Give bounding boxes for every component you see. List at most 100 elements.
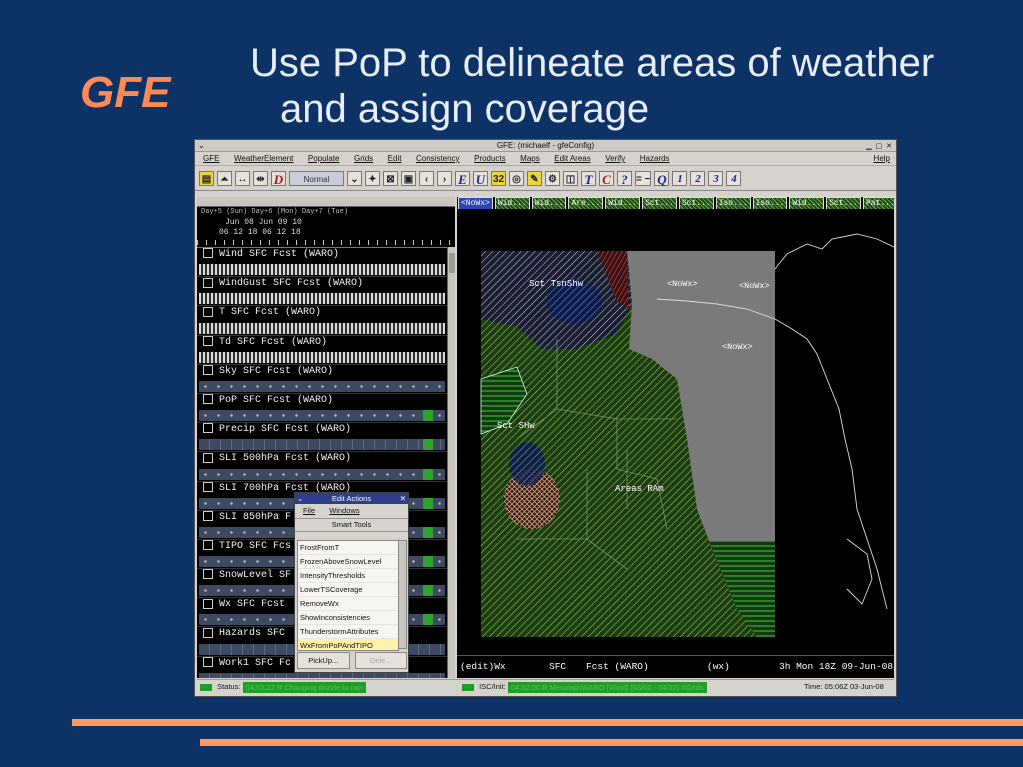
element-grid-blocks[interactable] bbox=[199, 264, 445, 276]
grid-scroll-thumb[interactable] bbox=[449, 253, 455, 273]
prev-icon[interactable]: ‹ bbox=[419, 170, 434, 186]
spatial-editor[interactable]: <NoWx> Wid... Wid... Are... Wid... Sct... Sct.… bbox=[457, 197, 894, 678]
element-header[interactable]: SLI 500hPa Fcst (WARO) bbox=[197, 452, 455, 466]
element-checkbox[interactable] bbox=[203, 394, 213, 405]
menu-verify[interactable]: Verify bbox=[605, 154, 625, 163]
menu-maps[interactable]: Maps bbox=[520, 154, 540, 163]
element-grid-blocks[interactable] bbox=[199, 293, 445, 305]
sample-icon[interactable]: ✦ bbox=[365, 170, 380, 186]
status-message[interactable]: 04:53:22 R Changing drizzle to rain bbox=[242, 681, 367, 693]
selected-time-block[interactable] bbox=[423, 614, 433, 626]
timeline[interactable]: Day+5 (Sun) Day+6 (Mon) Day+7 (Tue) Jun … bbox=[197, 197, 455, 248]
grid-vertical-scrollbar[interactable] bbox=[447, 247, 455, 678]
menu-gfe[interactable]: GFE bbox=[203, 154, 219, 163]
selected-time-block[interactable] bbox=[423, 497, 433, 509]
target-icon[interactable]: ◎ bbox=[509, 170, 524, 186]
menu-populate[interactable]: Populate bbox=[308, 154, 340, 163]
element-row[interactable]: PoP SFC Fcst (WARO) bbox=[197, 394, 455, 424]
element-row[interactable]: Td SFC Fcst (WARO) bbox=[197, 335, 455, 365]
edit-actions-menu-file[interactable]: File bbox=[303, 506, 315, 515]
selected-time-block[interactable] bbox=[423, 585, 433, 597]
d-button[interactable]: D bbox=[271, 170, 286, 187]
mode-select[interactable]: Normal bbox=[289, 170, 344, 186]
smart-tool-item[interactable]: ThunderstormAttributes bbox=[298, 625, 398, 639]
element-header[interactable]: PoP SFC Fcst (WARO) bbox=[197, 394, 455, 408]
map-icon[interactable]: ⊠ bbox=[383, 170, 398, 186]
element-checkbox[interactable] bbox=[203, 248, 213, 259]
element-row[interactable]: SLI 500hPa Fcst (WARO) bbox=[197, 452, 455, 482]
delete-button[interactable]: Dele... bbox=[354, 652, 407, 669]
element-header[interactable]: WindGust SFC Fcst (WARO) bbox=[197, 277, 455, 291]
next-icon[interactable]: › bbox=[437, 170, 452, 186]
map-canvas[interactable]: Sct TsnShw <NoWx> <NoWx> <NoWx> Sct SHw … bbox=[457, 209, 894, 654]
shrink-icon[interactable]: ⇹ bbox=[253, 170, 268, 186]
number-button-2[interactable]: 2 bbox=[690, 170, 706, 186]
element-grid-blocks[interactable] bbox=[199, 410, 445, 422]
element-checkbox[interactable] bbox=[203, 452, 213, 463]
smart-tool-item[interactable]: FrozenAboveSnowLevel bbox=[298, 555, 398, 569]
expand-icon[interactable]: ↔ bbox=[235, 170, 250, 186]
smart-tools-scrollbar[interactable] bbox=[398, 540, 407, 649]
element-header[interactable]: Td SFC Fcst (WARO) bbox=[197, 335, 455, 350]
element-header[interactable]: T SFC Fcst (WARO) bbox=[197, 306, 455, 320]
isc-message[interactable]: 04:32:00 R MesolapsWARO [Wind] (03/00 - … bbox=[507, 681, 707, 693]
selected-time-block[interactable] bbox=[423, 526, 433, 538]
element-checkbox[interactable] bbox=[203, 656, 213, 667]
element-row[interactable]: T SFC Fcst (WARO) bbox=[197, 306, 455, 336]
element-checkbox[interactable] bbox=[203, 511, 213, 522]
element-checkbox[interactable] bbox=[203, 306, 213, 317]
grid-manager-icon[interactable]: ▤ bbox=[199, 170, 214, 186]
menu-grids[interactable]: Grids bbox=[354, 154, 373, 163]
element-row[interactable]: WindGust SFC Fcst (WARO) bbox=[197, 277, 455, 307]
mode-dropdown-icon[interactable]: ⌄ bbox=[347, 170, 362, 186]
element-checkbox[interactable] bbox=[203, 481, 213, 492]
element-checkbox[interactable] bbox=[203, 598, 213, 609]
e-button[interactable]: E bbox=[455, 170, 470, 187]
dialog-menu-icon[interactable]: ⌄ bbox=[297, 493, 303, 504]
window-menu-icon[interactable]: ⌄ bbox=[198, 140, 205, 151]
close-icon[interactable]: ✕ bbox=[400, 493, 406, 504]
element-checkbox[interactable] bbox=[203, 569, 213, 580]
query-button[interactable]: ? bbox=[617, 170, 632, 187]
contour-icon[interactable]: ◫ bbox=[563, 170, 578, 186]
menu-weatherelement[interactable]: WeatherElement bbox=[234, 154, 293, 163]
time-scale-icon[interactable]: ⏶ bbox=[217, 170, 232, 186]
window-titlebar[interactable]: ⌄ GFE: (michaelf - gfeConfig) ▁ ▢ ✕ bbox=[195, 140, 896, 152]
pencil-icon[interactable]: ✎ bbox=[527, 170, 542, 186]
menu-edit[interactable]: Edit bbox=[388, 154, 402, 163]
window-controls[interactable]: ▁ ▢ ✕ bbox=[866, 141, 893, 152]
q-button[interactable]: Q bbox=[654, 170, 670, 187]
element-checkbox[interactable] bbox=[203, 365, 213, 376]
smart-tool-item[interactable]: FrostFromT bbox=[298, 541, 398, 555]
element-checkbox[interactable] bbox=[203, 423, 213, 434]
menu-help[interactable]: Help bbox=[874, 152, 890, 165]
number-button-3[interactable]: 3 bbox=[708, 170, 724, 186]
number-button-1[interactable]: 1 bbox=[672, 170, 688, 186]
t-button[interactable]: T bbox=[581, 170, 596, 187]
save-icon[interactable]: ▣ bbox=[401, 170, 416, 186]
element-checkbox[interactable] bbox=[203, 277, 213, 288]
menu-consistency[interactable]: Consistency bbox=[416, 154, 460, 163]
equals-button[interactable]: = − bbox=[635, 170, 652, 186]
u-button[interactable]: U bbox=[473, 170, 488, 187]
element-row[interactable]: Precip SFC Fcst (WARO) bbox=[197, 423, 455, 453]
timeline-scrollbar[interactable] bbox=[197, 197, 455, 207]
element-grid-blocks[interactable] bbox=[199, 351, 445, 363]
selected-time-block[interactable] bbox=[423, 468, 433, 480]
smart-tool-item[interactable]: IntensityThresholds bbox=[298, 569, 398, 583]
selected-time-block[interactable] bbox=[423, 556, 433, 568]
menu-hazards[interactable]: Hazards bbox=[640, 154, 670, 163]
selected-time-block[interactable] bbox=[423, 410, 433, 422]
temperature-badge-icon[interactable]: 32 bbox=[491, 170, 506, 186]
smart-tool-item[interactable]: RemoveWx bbox=[298, 597, 398, 611]
edit-actions-titlebar[interactable]: ⌄ Edit Actions ✕ bbox=[295, 493, 408, 504]
element-grid-blocks[interactable] bbox=[199, 380, 445, 392]
menu-edit-areas[interactable]: Edit Areas bbox=[554, 154, 590, 163]
menu-products[interactable]: Products bbox=[474, 154, 506, 163]
element-grid-blocks[interactable] bbox=[199, 468, 445, 480]
c-button[interactable]: C bbox=[599, 170, 614, 187]
element-header[interactable]: Sky SFC Fcst (WARO) bbox=[197, 365, 455, 379]
element-header[interactable]: Wind SFC Fcst (WARO) bbox=[197, 248, 455, 262]
element-checkbox[interactable] bbox=[203, 627, 213, 638]
element-grid-blocks[interactable] bbox=[199, 322, 445, 334]
